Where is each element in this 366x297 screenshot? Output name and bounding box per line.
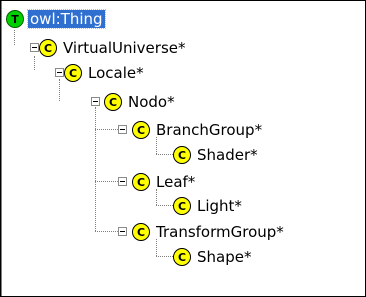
tree-node-label: Nodo*	[128, 93, 175, 111]
tree-node-shape[interactable]: C Shape*	[173, 246, 253, 268]
class-icon: C	[132, 173, 150, 191]
class-icon: C	[104, 93, 122, 111]
tree-node-label: Leaf*	[156, 173, 196, 191]
tree-connector	[156, 256, 173, 257]
collapse-toggle[interactable]	[30, 43, 39, 52]
class-icon: C	[173, 248, 191, 266]
tree-connector	[95, 107, 96, 231]
tree-node-label: owl:Thing	[27, 9, 106, 29]
tree-node-label: Locale*	[88, 64, 144, 82]
tree-node-label: Light*	[197, 197, 242, 215]
class-icon: C	[39, 39, 57, 57]
tree-node-leaf[interactable]: C Leaf*	[132, 171, 197, 193]
tree-node-label: Shader*	[197, 146, 258, 164]
collapse-toggle[interactable]	[118, 125, 127, 134]
tree-node-label: VirtualUniverse*	[63, 39, 186, 57]
collapse-toggle[interactable]	[118, 227, 127, 236]
tree-node-locale[interactable]: C Locale*	[64, 62, 146, 84]
collapse-toggle[interactable]	[118, 177, 127, 186]
collapse-toggle[interactable]	[55, 68, 64, 77]
tree-node-light[interactable]: C Light*	[173, 195, 244, 217]
tree-node-transformgroup[interactable]: C TransformGroup*	[132, 221, 286, 243]
tree-node-label: BranchGroup*	[156, 121, 263, 139]
tree-connector	[156, 205, 173, 206]
collapse-toggle[interactable]	[91, 97, 100, 106]
class-icon: C	[132, 121, 150, 139]
thing-icon: T	[6, 10, 24, 28]
tree-node-shader[interactable]: C Shader*	[173, 144, 260, 166]
tree-connector	[34, 56, 35, 70]
tree-node-owl-thing[interactable]: T owl:Thing	[6, 8, 106, 30]
class-icon: C	[64, 64, 82, 82]
tree-node-label: TransformGroup*	[156, 223, 284, 241]
tree-node-virtualuniverse[interactable]: C VirtualUniverse*	[39, 37, 187, 59]
class-icon: C	[173, 197, 191, 215]
tree-connector	[59, 79, 60, 101]
tree-node-branchgroup[interactable]: C BranchGroup*	[132, 119, 264, 141]
class-icon: C	[173, 146, 191, 164]
class-hierarchy-tree: T owl:Thing C VirtualUniverse* C Locale*…	[0, 0, 366, 297]
tree-node-nodo[interactable]: C Nodo*	[104, 91, 177, 113]
tree-connector	[156, 154, 173, 155]
tree-connector	[14, 30, 15, 45]
tree-node-label: Shape*	[197, 248, 252, 266]
class-icon: C	[132, 223, 150, 241]
